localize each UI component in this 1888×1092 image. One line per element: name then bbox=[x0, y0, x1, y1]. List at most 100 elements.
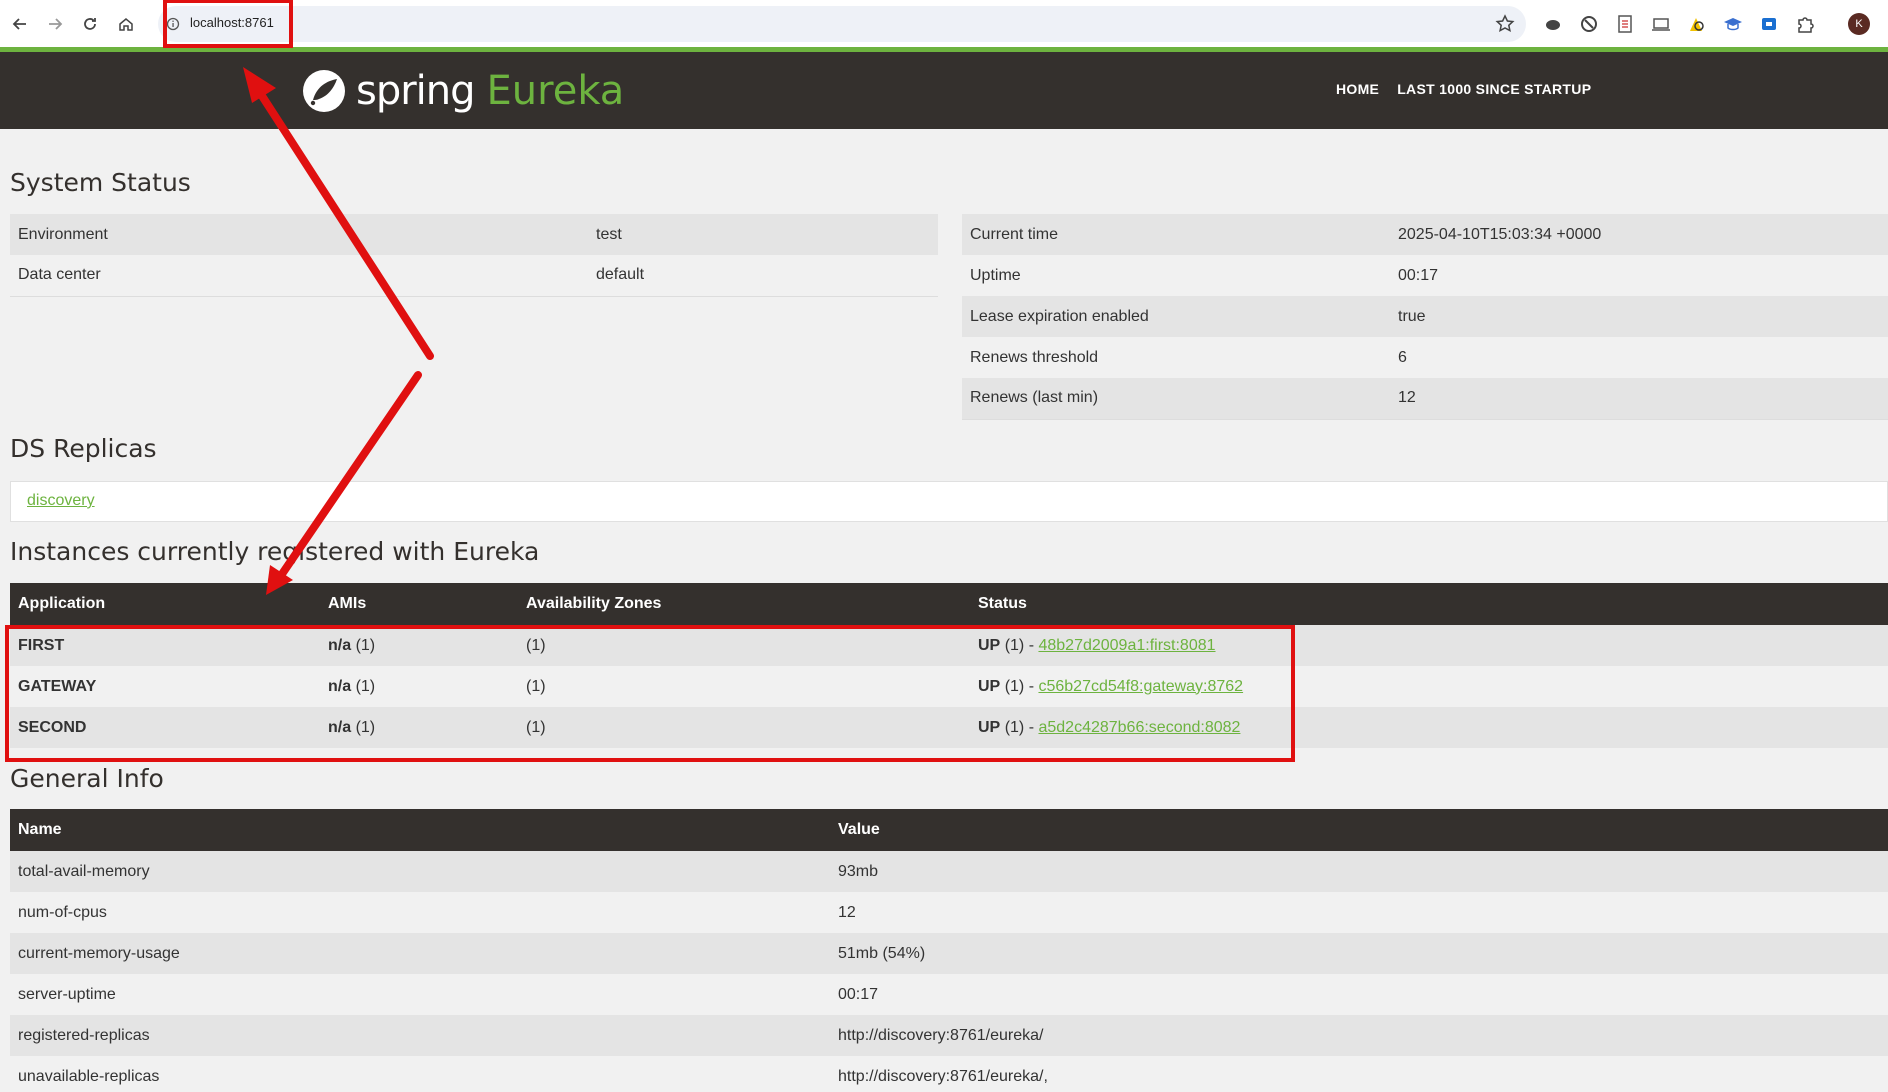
info-name: total-avail-memory bbox=[10, 851, 830, 892]
column-header: Application bbox=[10, 583, 320, 625]
extension-document-icon[interactable] bbox=[1615, 14, 1635, 34]
status-up: UP bbox=[978, 718, 1001, 736]
table-row: Environment test bbox=[10, 214, 938, 255]
table-header-row: Application AMIs Availability Zones Stat… bbox=[10, 583, 1888, 625]
address-bar[interactable] bbox=[158, 6, 1526, 42]
nav-home-link[interactable]: HOME bbox=[1336, 81, 1379, 97]
zones-value: (1) bbox=[518, 707, 970, 748]
app-name: GATEWAY bbox=[18, 677, 97, 695]
ds-replicas-title: DS Replicas bbox=[10, 434, 157, 463]
extension-turtle-icon[interactable] bbox=[1543, 14, 1563, 34]
table-row: current-memory-usage 51mb (54%) bbox=[10, 933, 1888, 974]
status-label: Current time bbox=[962, 214, 1390, 255]
info-value: 12 bbox=[830, 892, 1888, 933]
instances-table: Application AMIs Availability Zones Stat… bbox=[10, 583, 1888, 748]
status-count: (1) - bbox=[1004, 718, 1039, 736]
info-name: server-uptime bbox=[10, 974, 830, 1015]
spring-leaf-icon bbox=[303, 70, 345, 112]
status-label: Environment bbox=[10, 214, 588, 255]
zones-value: (1) bbox=[518, 625, 970, 666]
reload-icon[interactable] bbox=[78, 12, 102, 36]
ami-count: (1) bbox=[355, 636, 376, 654]
info-name: current-memory-usage bbox=[10, 933, 830, 974]
table-row: SECOND n/a (1) (1) UP (1) - a5d2c4287b66… bbox=[10, 707, 1888, 748]
status-value: 00:17 bbox=[1390, 255, 1888, 296]
extension-aperture-icon[interactable] bbox=[1579, 14, 1599, 34]
spring-eureka-logo[interactable]: spring Eureka bbox=[300, 66, 624, 116]
status-value: 12 bbox=[1390, 378, 1888, 420]
forward-icon[interactable] bbox=[43, 12, 67, 36]
status-value: 6 bbox=[1390, 337, 1888, 378]
status-up: UP bbox=[978, 636, 1001, 654]
status-count: (1) - bbox=[1004, 677, 1039, 695]
general-info-title: General Info bbox=[10, 764, 164, 793]
logo-eureka-text: Eureka bbox=[486, 68, 625, 114]
table-row: Renews (last min) 12 bbox=[962, 378, 1888, 420]
column-header: Value bbox=[830, 809, 1888, 851]
ami-count: (1) bbox=[355, 718, 376, 736]
extension-blue-icon[interactable] bbox=[1759, 14, 1779, 34]
instance-link[interactable]: a5d2c4287b66:second:8082 bbox=[1038, 719, 1240, 736]
ami-value: n/a bbox=[328, 677, 352, 695]
logo-spring-text: spring bbox=[356, 68, 476, 114]
table-header-row: Name Value bbox=[10, 809, 1888, 851]
info-value: 51mb (54%) bbox=[830, 933, 1888, 974]
info-name: num-of-cpus bbox=[10, 892, 830, 933]
back-icon[interactable] bbox=[8, 12, 32, 36]
home-icon[interactable] bbox=[114, 12, 138, 36]
general-info-table: Name Value total-avail-memory 93mb num-of… bbox=[10, 809, 1888, 1092]
system-status-title: System Status bbox=[10, 168, 191, 197]
app-name: FIRST bbox=[18, 636, 65, 654]
extension-screen-icon[interactable] bbox=[1651, 14, 1671, 34]
column-header: AMIs bbox=[320, 583, 518, 625]
status-value: true bbox=[1390, 296, 1888, 337]
system-status-right-table: Current time 2025-04-10T15:03:34 +0000 U… bbox=[962, 214, 1888, 420]
info-value: 93mb bbox=[830, 851, 1888, 892]
table-row: total-avail-memory 93mb bbox=[10, 851, 1888, 892]
status-label: Lease expiration enabled bbox=[962, 296, 1390, 337]
status-label: Renews (last min) bbox=[962, 378, 1390, 420]
table-row: GATEWAY n/a (1) (1) UP (1) - c56b27cd54f… bbox=[10, 666, 1888, 707]
status-label: Renews threshold bbox=[962, 337, 1390, 378]
table-row: unavailable-replicas http://discovery:876… bbox=[10, 1056, 1888, 1092]
status-count: (1) - bbox=[1004, 636, 1039, 654]
extensions-puzzle-icon[interactable] bbox=[1795, 14, 1815, 34]
table-row: Lease expiration enabled true bbox=[962, 296, 1888, 337]
instance-link[interactable]: 48b27d2009a1:first:8081 bbox=[1038, 637, 1215, 654]
instances-title: Instances currently registered with Eure… bbox=[10, 537, 540, 566]
profile-avatar[interactable]: K bbox=[1848, 13, 1870, 35]
app-name: SECOND bbox=[18, 718, 87, 736]
replica-link[interactable]: discovery bbox=[27, 492, 95, 509]
column-header: Status bbox=[970, 583, 1888, 625]
info-name: registered-replicas bbox=[10, 1015, 830, 1056]
instance-link[interactable]: c56b27cd54f8:gateway:8762 bbox=[1038, 678, 1243, 695]
bookmark-star-icon[interactable] bbox=[1494, 13, 1516, 35]
table-row: server-uptime 00:17 bbox=[10, 974, 1888, 1015]
extension-graduation-icon[interactable] bbox=[1723, 14, 1743, 34]
extension-search-icon[interactable] bbox=[1687, 14, 1707, 34]
nav-last-1000-link[interactable]: LAST 1000 SINCE STARTUP bbox=[1397, 81, 1591, 97]
info-name: unavailable-replicas bbox=[10, 1056, 830, 1092]
status-label: Data center bbox=[10, 255, 588, 297]
table-row: Renews threshold 6 bbox=[962, 337, 1888, 378]
browser-toolbar: localhost:8761 K bbox=[0, 0, 1888, 48]
column-header: Availability Zones bbox=[518, 583, 970, 625]
ami-value: n/a bbox=[328, 636, 352, 654]
site-info-icon[interactable] bbox=[166, 17, 180, 31]
ds-replicas-list: discovery bbox=[10, 481, 1888, 522]
url-text[interactable]: localhost:8761 bbox=[190, 15, 274, 30]
table-row: Data center default bbox=[10, 255, 938, 297]
ami-value: n/a bbox=[328, 718, 352, 736]
info-value: 00:17 bbox=[830, 974, 1888, 1015]
table-row: Current time 2025-04-10T15:03:34 +0000 bbox=[962, 214, 1888, 255]
zones-value: (1) bbox=[518, 666, 970, 707]
table-row: registered-replicas http://discovery:8761… bbox=[10, 1015, 1888, 1056]
info-value: http://discovery:8761/eureka/, bbox=[830, 1056, 1888, 1092]
info-value: http://discovery:8761/eureka/ bbox=[830, 1015, 1888, 1056]
status-value: 2025-04-10T15:03:34 +0000 bbox=[1390, 214, 1888, 255]
ami-count: (1) bbox=[355, 677, 376, 695]
system-status-left-table: Environment test Data center default bbox=[10, 214, 938, 297]
table-row: Uptime 00:17 bbox=[962, 255, 1888, 296]
status-label: Uptime bbox=[962, 255, 1390, 296]
status-value: default bbox=[588, 255, 938, 297]
